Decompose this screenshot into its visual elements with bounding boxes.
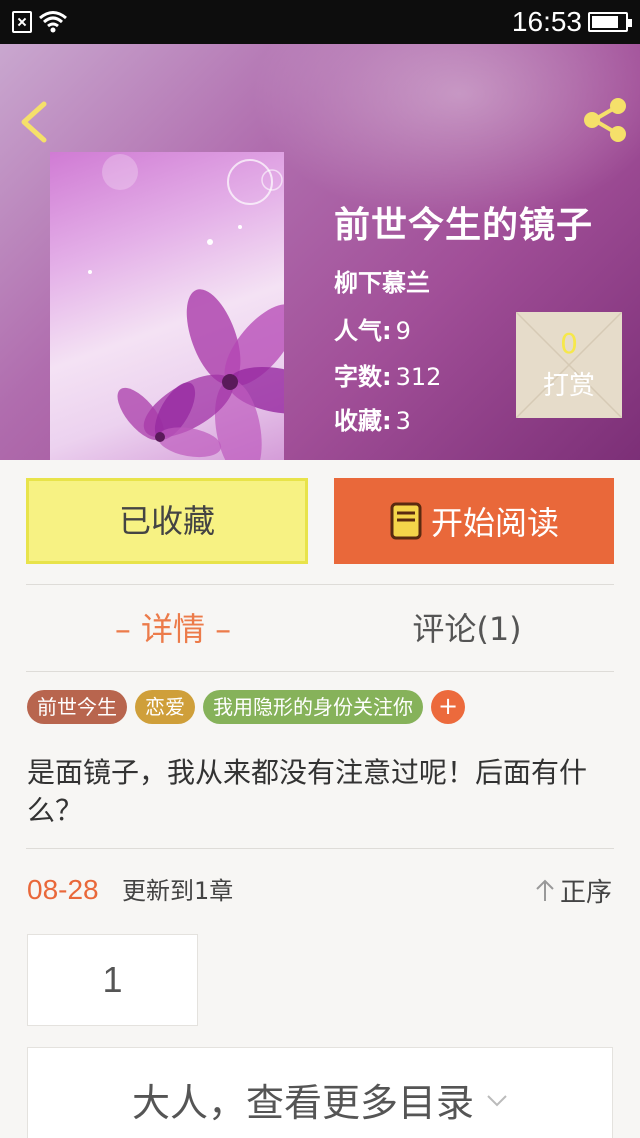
tab-details[interactable]: – 详情 – xyxy=(26,604,320,654)
divider xyxy=(26,848,614,849)
no-sim-icon xyxy=(12,11,32,33)
stat-label: 人气: xyxy=(334,317,392,345)
start-reading-label: 开始阅读 xyxy=(430,504,559,542)
book-cover[interactable] xyxy=(50,152,284,460)
update-date: 08-28 xyxy=(27,874,99,905)
tag-list: 前世今生 恋爱 我用隐形的身份关注你 + xyxy=(27,690,465,724)
tag-chip[interactable]: 我用隐形的身份关注你 xyxy=(203,690,423,724)
clock: 16:53 xyxy=(511,6,582,37)
stat-value: 3 xyxy=(395,407,411,435)
reward-count: 0 xyxy=(560,327,578,360)
stat-word-count: 字数: 312 xyxy=(334,362,441,392)
divider xyxy=(26,584,614,585)
back-arrow-icon[interactable] xyxy=(14,98,54,146)
stat-label: 字数: xyxy=(334,363,392,391)
wifi-icon xyxy=(39,11,67,33)
divider xyxy=(26,671,614,672)
tab-comments[interactable]: 评论(1) xyxy=(320,604,614,654)
view-more-catalog-button[interactable]: 大人，查看更多目录 xyxy=(27,1047,613,1138)
stat-value: 312 xyxy=(395,363,442,391)
book-title: 前世今生的镜子 xyxy=(334,205,594,246)
stat-popularity: 人气: 9 xyxy=(334,316,411,346)
status-bar: 16:53 xyxy=(0,0,640,44)
favorited-button[interactable]: 已收藏 xyxy=(26,478,308,564)
cover-flower-art xyxy=(88,154,284,460)
sort-order-button[interactable]: 正序 xyxy=(534,872,612,908)
stat-favorites: 收藏: 3 xyxy=(334,406,411,436)
add-tag-button[interactable]: + xyxy=(431,690,465,724)
tag-chip[interactable]: 恋爱 xyxy=(135,690,195,724)
reward-label: 打赏 xyxy=(542,371,595,401)
update-status: 更新到1章 xyxy=(122,877,234,905)
chevron-down-icon xyxy=(487,1095,507,1107)
book-summary: 是面镜子，我从来都没有注意过呢！后面有什么？ xyxy=(27,756,588,827)
arrow-up-icon xyxy=(536,879,554,901)
view-more-catalog-label: 大人，查看更多目录 xyxy=(131,1081,474,1125)
book-author[interactable]: 柳下慕兰 xyxy=(334,268,430,298)
battery-icon xyxy=(588,12,632,32)
stat-label: 收藏: xyxy=(334,407,392,435)
start-reading-button[interactable]: 开始阅读 xyxy=(334,478,614,564)
chapter-item[interactable]: 1 xyxy=(27,934,198,1026)
reward-button[interactable]: 0 打赏 xyxy=(516,312,622,418)
book-icon xyxy=(390,502,422,540)
book-header: 前世今生的镜子 柳下慕兰 人气: 9 字数: 312 收藏: 3 0 打赏 xyxy=(0,44,640,460)
share-icon[interactable] xyxy=(580,96,630,144)
tag-chip[interactable]: 前世今生 xyxy=(27,690,127,724)
sort-order-label: 正序 xyxy=(560,877,613,908)
stat-value: 9 xyxy=(395,317,411,345)
